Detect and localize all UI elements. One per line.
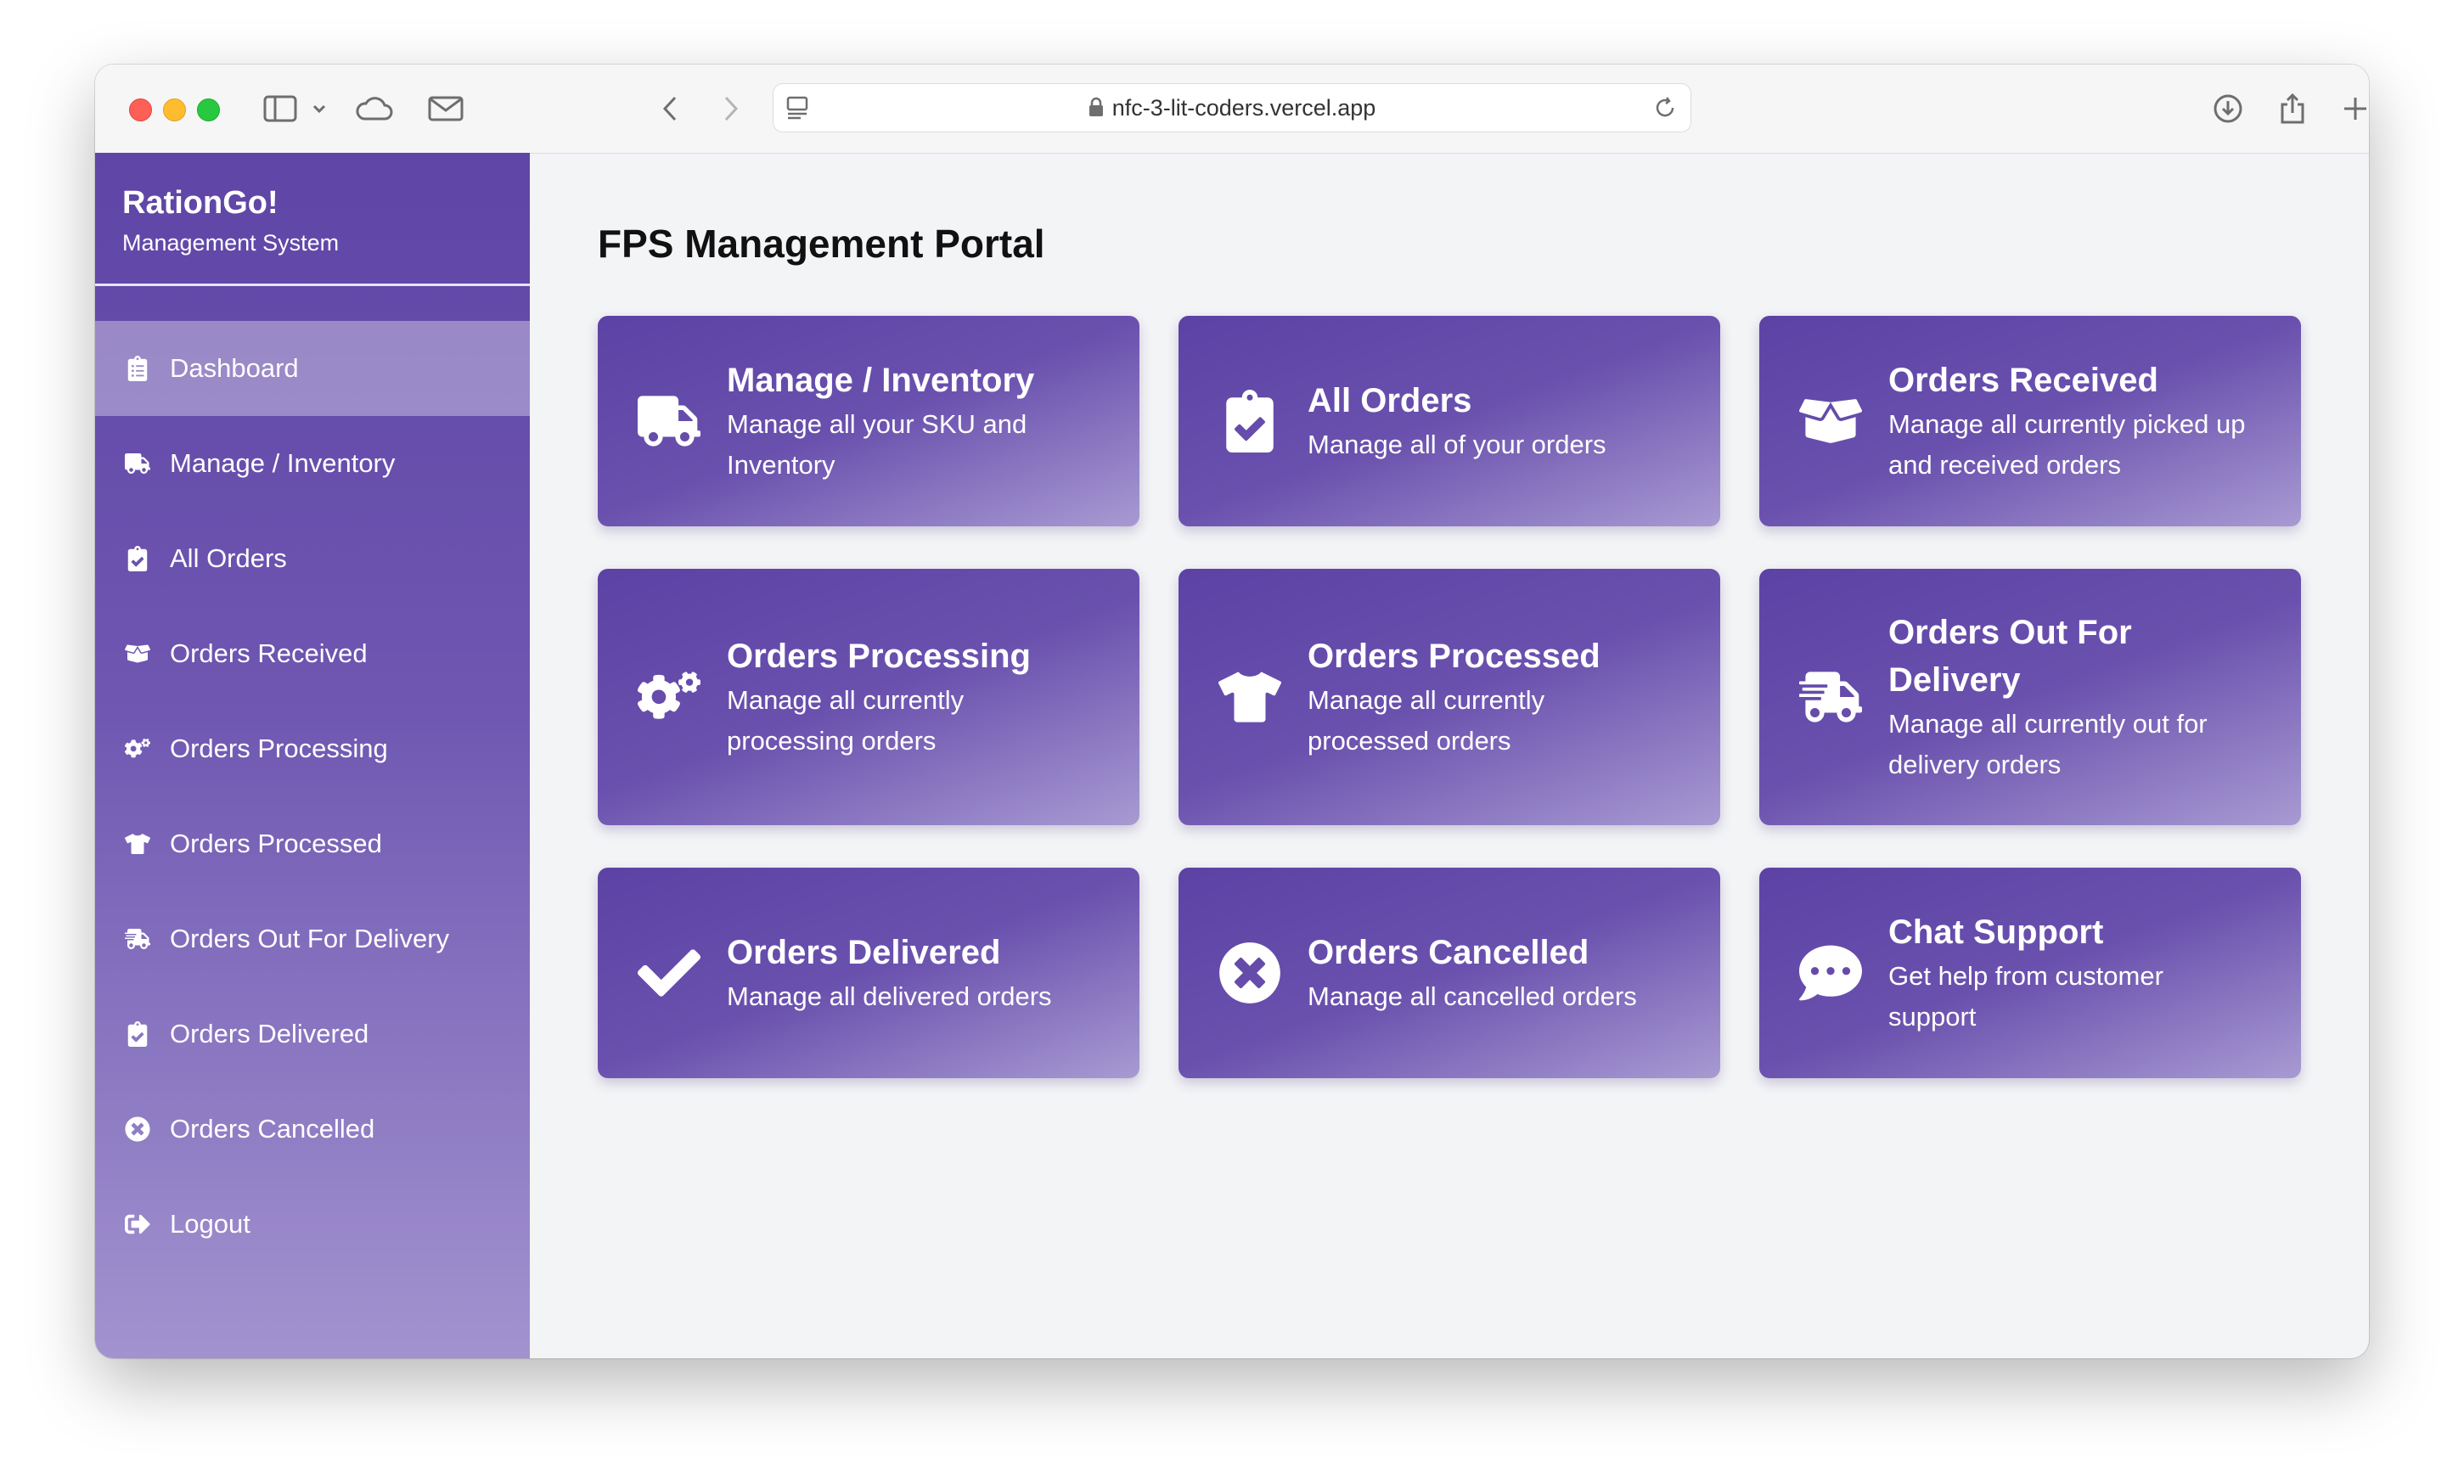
sidebar-item-label: Orders Cancelled (170, 1114, 375, 1144)
minimize-window-button[interactable] (163, 98, 186, 121)
card-description: Manage all cancelled orders (1308, 981, 1637, 1011)
downloads-icon[interactable] (2211, 92, 2245, 126)
new-tab-icon[interactable] (2338, 92, 2369, 126)
brand: RationGo! Management System (122, 185, 339, 256)
clipboard-list-icon (124, 355, 151, 382)
truck-icon (637, 389, 701, 453)
card-description: Manage all currently processed orders (1308, 685, 1545, 756)
card-description: Get help from customer support (1888, 961, 2163, 1031)
check-icon (637, 941, 701, 1005)
cogs-icon (124, 735, 151, 762)
times-circle-icon (1218, 941, 1282, 1005)
times-circle-icon (124, 1116, 151, 1143)
sidebar-item-logout[interactable]: Logout (95, 1177, 530, 1272)
card-description: Manage all currently out for delivery or… (1888, 709, 2208, 779)
address-bar[interactable]: nfc-3-lit-coders.vercel.app (773, 83, 1691, 132)
sidebar-item-label: Orders Received (170, 638, 368, 668)
share-icon[interactable] (2276, 92, 2309, 126)
card-title: Orders Processed (1308, 638, 1600, 675)
brand-title: RationGo! (122, 185, 278, 221)
sidebar-item-label: Orders Delivered (170, 1019, 369, 1048)
sidebar-toggle-icon[interactable] (262, 92, 299, 126)
url-text: nfc-3-lit-coders.vercel.app (1111, 95, 1376, 121)
card-orders-delivered[interactable]: Orders Delivered Manage all delivered or… (598, 868, 1139, 1078)
divider (95, 284, 530, 286)
card-title: Orders Received (1888, 362, 2158, 399)
sidebar: RationGo! Management System Dashboard Ma… (95, 153, 530, 1358)
tshirt-icon (1218, 665, 1282, 729)
card-orders-processing[interactable]: Orders Processing Manage all currently p… (598, 569, 1139, 825)
tshirt-icon (124, 830, 151, 857)
card-orders-out-for-delivery[interactable]: Orders Out For Delivery Manage all curre… (1759, 569, 2301, 825)
page-title: FPS Management Portal (598, 222, 1045, 266)
sidebar-item-orders-out-for-delivery[interactable]: Orders Out For Delivery (95, 891, 530, 987)
sidebar-item-dashboard[interactable]: Dashboard (95, 321, 530, 416)
shipping-fast-icon (1798, 665, 1863, 729)
card-title: Manage / Inventory (727, 362, 1035, 399)
close-window-button[interactable] (129, 98, 152, 121)
cloud-icon[interactable] (355, 92, 394, 126)
card-title: All Orders (1308, 382, 1472, 419)
brand-subtitle: Management System (122, 230, 340, 256)
card-chat-support[interactable]: Chat Support Get help from customer supp… (1759, 868, 2301, 1078)
card-title: Orders Processing (727, 638, 1031, 675)
card-title: Orders Delivered (727, 934, 1001, 971)
card-title: Orders Cancelled (1308, 934, 1589, 971)
card-manage-inventory[interactable]: Manage / Inventory Manage all your SKU a… (598, 316, 1139, 526)
card-description: Manage all currently processing orders (727, 685, 965, 756)
card-all-orders[interactable]: All Orders Manage all of your orders (1179, 316, 1720, 526)
clipboard-check-icon (124, 1020, 151, 1048)
browser-window: nfc-3-lit-coders.vercel.app RationGo! Ma… (95, 65, 2369, 1358)
sidebar-item-label: Logout (170, 1209, 250, 1239)
card-description: Manage all your SKU and Inventory (727, 409, 1027, 480)
browser-toolbar: nfc-3-lit-coders.vercel.app (95, 65, 2369, 154)
card-orders-cancelled[interactable]: Orders Cancelled Manage all cancelled or… (1179, 868, 1720, 1078)
sidebar-item-label: Manage / Inventory (170, 448, 396, 478)
card-title: Chat Support (1888, 913, 2104, 951)
sidebar-item-manage-inventory[interactable]: Manage / Inventory (95, 416, 530, 511)
sign-out-icon (124, 1211, 151, 1238)
main-content: FPS Management Portal Manage / Inventory… (530, 153, 2369, 1358)
sidebar-nav: Dashboard Manage / Inventory All Orders … (95, 321, 530, 1272)
back-icon[interactable] (657, 92, 683, 126)
clipboard-check-icon (124, 545, 151, 572)
cogs-icon (637, 665, 701, 729)
sidebar-item-label: Orders Processed (170, 829, 382, 858)
sidebar-item-all-orders[interactable]: All Orders (95, 511, 530, 606)
card-orders-received[interactable]: Orders Received Manage all currently pic… (1759, 316, 2301, 526)
comment-dots-icon (1798, 941, 1863, 1005)
box-open-icon (124, 640, 151, 667)
sidebar-item-orders-processed[interactable]: Orders Processed (95, 796, 530, 891)
card-orders-processed[interactable]: Orders Processed Manage all currently pr… (1179, 569, 1720, 825)
truck-icon (124, 450, 151, 477)
forward-icon[interactable] (718, 92, 744, 126)
sidebar-item-label: Orders Processing (170, 734, 388, 763)
shipping-fast-icon (124, 925, 151, 953)
reload-icon[interactable] (1653, 96, 1677, 124)
zoom-window-button[interactable] (197, 98, 220, 121)
sidebar-item-label: Orders Out For Delivery (170, 924, 450, 953)
card-description: Manage all delivered orders (727, 981, 1052, 1011)
sidebar-item-orders-cancelled[interactable]: Orders Cancelled (95, 1082, 530, 1177)
card-title: Orders Out For Delivery (1888, 614, 2132, 699)
sidebar-item-label: Dashboard (170, 353, 299, 383)
lock-icon (1089, 86, 1104, 133)
chevron-down-icon[interactable] (311, 92, 328, 126)
sidebar-item-orders-received[interactable]: Orders Received (95, 606, 530, 701)
box-open-icon (1798, 389, 1863, 453)
mail-icon[interactable] (426, 92, 465, 126)
card-description: Manage all currently picked up and recei… (1888, 409, 2246, 480)
sidebar-item-label: All Orders (170, 543, 287, 573)
card-description: Manage all of your orders (1308, 430, 1606, 459)
sidebar-item-orders-delivered[interactable]: Orders Delivered (95, 987, 530, 1082)
clipboard-check-icon (1218, 389, 1282, 453)
sidebar-item-orders-processing[interactable]: Orders Processing (95, 701, 530, 796)
